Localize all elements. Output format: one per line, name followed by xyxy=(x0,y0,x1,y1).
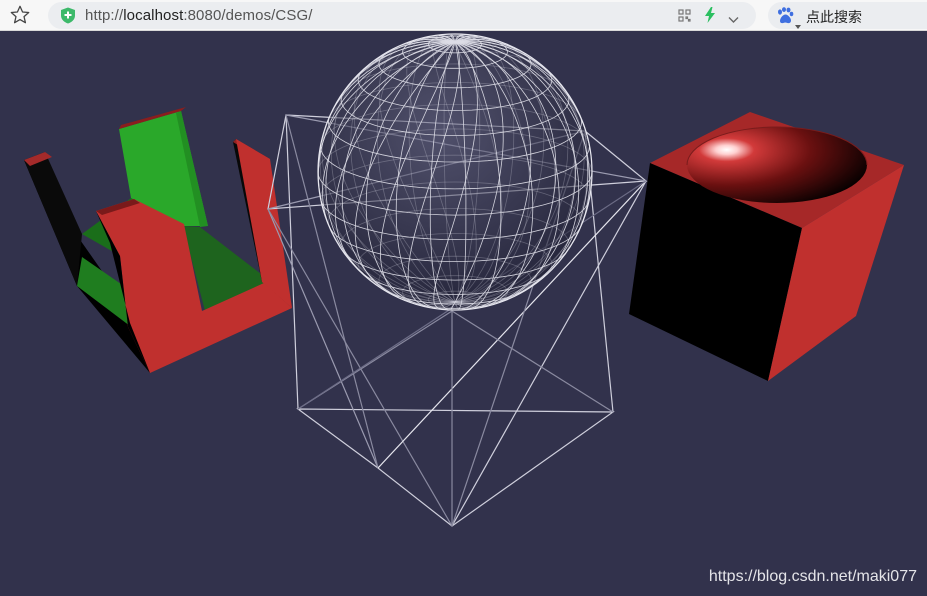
url-text[interactable]: http://localhost:8080/demos/CSG/ xyxy=(85,7,313,24)
url-scheme: http:// xyxy=(85,7,124,24)
watermark: https://blog.csdn.net/maki077 xyxy=(708,568,917,585)
shield-plus-icon xyxy=(60,7,76,24)
wireframe-sphere xyxy=(317,33,593,311)
url-host: localhost xyxy=(123,7,184,24)
cube-with-cavity xyxy=(629,112,904,381)
search-engine-dropdown-icon[interactable] xyxy=(795,16,801,29)
search-box[interactable]: 点此搜索 xyxy=(768,2,927,29)
search-input[interactable]: 点此搜索 xyxy=(806,7,862,27)
lightning-icon[interactable] xyxy=(704,7,716,23)
webgl-canvas[interactable]: https://blog.csdn.net/maki077 xyxy=(0,31,927,596)
baidu-paw-icon[interactable] xyxy=(776,7,794,24)
address-bar[interactable]: http://localhost:8080/demos/CSG/ xyxy=(48,2,756,29)
browser-toolbar: http://localhost:8080/demos/CSG/ 点此搜索 xyxy=(0,0,927,31)
chevron-down-icon[interactable] xyxy=(728,11,739,23)
url-path: :8080/demos/CSG/ xyxy=(183,7,313,24)
qr-code-icon[interactable] xyxy=(678,9,691,22)
csg-scene xyxy=(24,33,904,527)
csg-subtraction-object xyxy=(24,107,292,373)
star-icon[interactable] xyxy=(8,3,32,27)
